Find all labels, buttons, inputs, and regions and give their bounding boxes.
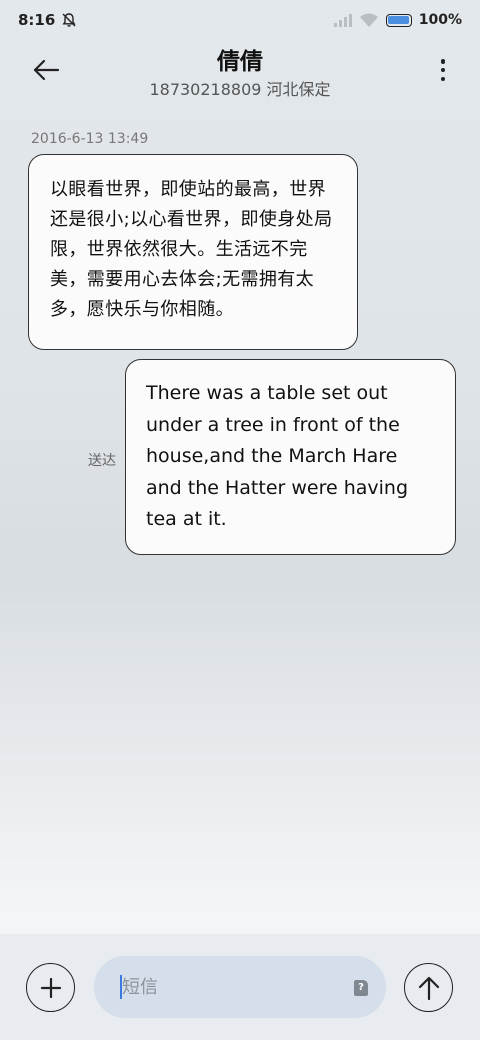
incoming-message-bubble[interactable]: 以眼看世界，即使站的最高，世界还是很小;以心看世界，即使身处局限，世界依然很大。…: [28, 154, 358, 350]
outgoing-message-bubble[interactable]: There was a table set out under a tree i…: [125, 359, 456, 555]
status-time: 8:16: [18, 11, 56, 29]
wifi-icon: [359, 13, 378, 27]
add-attachment-button[interactable]: [26, 963, 75, 1012]
more-vertical-icon: [440, 59, 446, 64]
message-composer: ?: [0, 934, 480, 1040]
message-input-container: ?: [94, 956, 386, 1018]
delivered-status: 送达: [88, 453, 116, 469]
contact-number-location: 18730218809 河北保定: [149, 80, 331, 99]
message-input[interactable]: [120, 975, 340, 999]
bell-off-icon: [62, 13, 76, 27]
plus-icon: [40, 977, 61, 998]
send-button[interactable]: [404, 963, 453, 1012]
message-timestamp: 2016-6-13 13:49: [31, 131, 149, 147]
battery-icon: [385, 13, 412, 27]
conversation-header: 倩倩 18730218809 河北保定: [0, 40, 480, 110]
send-arrow-icon: [418, 976, 439, 1000]
more-options-button[interactable]: [436, 56, 450, 84]
contact-name: 倩倩: [217, 49, 263, 75]
outgoing-message-text: There was a table set out under a tree i…: [146, 382, 409, 530]
signal-icon: [333, 13, 352, 27]
status-bar: 8:16 100%: [0, 0, 480, 40]
battery-percent: 100%: [418, 12, 462, 28]
incoming-message-text: 以眼看世界，即使站的最高，世界还是很小;以心看世界，即使身处局限，世界依然很大。…: [50, 179, 333, 320]
sim-card-icon[interactable]: ?: [354, 980, 368, 996]
